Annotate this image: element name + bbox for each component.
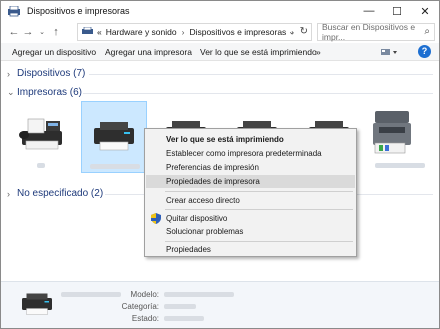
- devices-printers-app-icon: [7, 5, 21, 17]
- breadcrumb-separator-icon[interactable]: ›: [182, 27, 185, 37]
- title-bar[interactable]: Dispositivos e impresoras — ☐ ✕: [1, 1, 439, 21]
- status-value-redacted: [164, 316, 204, 321]
- navigation-bar: ← → ⌄ ↑ « Hardware y sonido › Dispositiv…: [1, 21, 439, 43]
- context-menu: Ver lo que se está imprimiendo Establece…: [144, 128, 357, 257]
- category-value-redacted: [164, 304, 196, 309]
- forward-arrow-icon[interactable]: →: [21, 26, 35, 38]
- category-label: Categoría:: [121, 302, 159, 311]
- group-devices[interactable]: › Dispositivos (7): [7, 68, 85, 79]
- multifunction-printer-icon: [373, 111, 411, 154]
- expand-chevron-icon[interactable]: ›: [7, 189, 17, 199]
- recent-locations-chevron-icon[interactable]: ⌄: [35, 28, 49, 36]
- breadcrumb-item-devices[interactable]: Dispositivos e impresoras: [189, 27, 286, 37]
- up-arrow-icon[interactable]: ↑: [49, 26, 63, 38]
- search-icon[interactable]: ⌕: [424, 26, 430, 37]
- menu-item-set-default[interactable]: Establecer como impresora predeterminada: [146, 147, 355, 160]
- see-printing-button[interactable]: Ver lo que se está imprimiendo: [200, 47, 317, 57]
- menu-item-remove-device[interactable]: Quitar dispositivo: [146, 212, 355, 225]
- selected-printer-icon: [22, 293, 52, 315]
- back-arrow-icon[interactable]: ←: [7, 26, 21, 38]
- window-title: Dispositivos e impresoras: [27, 6, 130, 16]
- view-options-icon[interactable]: [381, 47, 399, 59]
- devices-printers-window: Dispositivos e impresoras — ☐ ✕ ← → ⌄ ↑ …: [0, 0, 440, 329]
- more-commands-button[interactable]: »: [316, 47, 321, 57]
- menu-item-create-shortcut[interactable]: Crear acceso directo: [146, 194, 355, 207]
- menu-item-printer-properties[interactable]: Propiedades de impresora: [146, 175, 355, 188]
- fax-printer-icon: [19, 118, 62, 150]
- collapse-chevron-icon[interactable]: ⌄: [7, 87, 17, 98]
- group-divider: [83, 93, 433, 94]
- printer-name-redacted: [375, 163, 425, 168]
- printer-tile-multifunction[interactable]: [367, 101, 433, 173]
- printer-icon: [94, 122, 134, 151]
- maximize-button[interactable]: ☐: [383, 1, 411, 21]
- group-unspecified[interactable]: › No especificado (2): [7, 188, 103, 199]
- address-bar[interactable]: « Hardware y sonido › Dispositivos e imp…: [77, 23, 312, 41]
- details-pane: Modelo: Categoría: Estado:: [1, 281, 439, 328]
- group-devices-label: Dispositivos (7): [17, 68, 86, 79]
- printer-name-redacted: [90, 164, 140, 169]
- expand-chevron-icon[interactable]: ›: [7, 69, 17, 79]
- address-dropdown-icon[interactable]: ⌄: [288, 27, 295, 36]
- help-icon[interactable]: ?: [418, 45, 431, 58]
- model-value-redacted: [164, 292, 234, 297]
- menu-separator: [165, 241, 353, 242]
- group-printers-label: Impresoras (6): [17, 87, 83, 98]
- search-placeholder: Buscar en Dispositivos e impr...: [322, 22, 416, 42]
- group-printers[interactable]: ⌄ Impresoras (6): [7, 87, 82, 98]
- menu-item-troubleshoot[interactable]: Solucionar problemas: [146, 225, 355, 238]
- add-printer-button[interactable]: Agregar una impresora: [105, 47, 192, 57]
- printer-tile-fax[interactable]: [9, 101, 75, 173]
- printer-name-redacted: [37, 163, 45, 168]
- status-label: Estado:: [131, 314, 159, 323]
- close-button[interactable]: ✕: [411, 1, 439, 21]
- printer-tile-selected[interactable]: [81, 101, 147, 173]
- menu-item-see-printing[interactable]: Ver lo que se está imprimiendo: [146, 133, 355, 146]
- breadcrumb-item-hardware[interactable]: Hardware y sonido: [106, 27, 177, 37]
- model-label: Modelo:: [130, 290, 159, 299]
- add-device-button[interactable]: Agregar un dispositivo: [12, 47, 96, 57]
- menu-item-printing-preferences[interactable]: Preferencias de impresión: [146, 161, 355, 174]
- group-unspecified-label: No especificado (2): [17, 188, 104, 199]
- group-divider: [89, 74, 433, 75]
- menu-separator: [165, 209, 353, 210]
- menu-item-properties[interactable]: Propiedades: [146, 243, 355, 256]
- search-input[interactable]: Buscar en Dispositivos e impr... ⌕: [317, 22, 435, 42]
- address-location-icon: [82, 26, 93, 38]
- minimize-button[interactable]: —: [355, 1, 383, 21]
- command-bar: Agregar un dispositivo Agregar una impre…: [1, 43, 439, 61]
- menu-separator: [165, 191, 353, 192]
- refresh-icon[interactable]: ↻: [300, 26, 308, 37]
- breadcrumb-root[interactable]: «: [97, 27, 102, 37]
